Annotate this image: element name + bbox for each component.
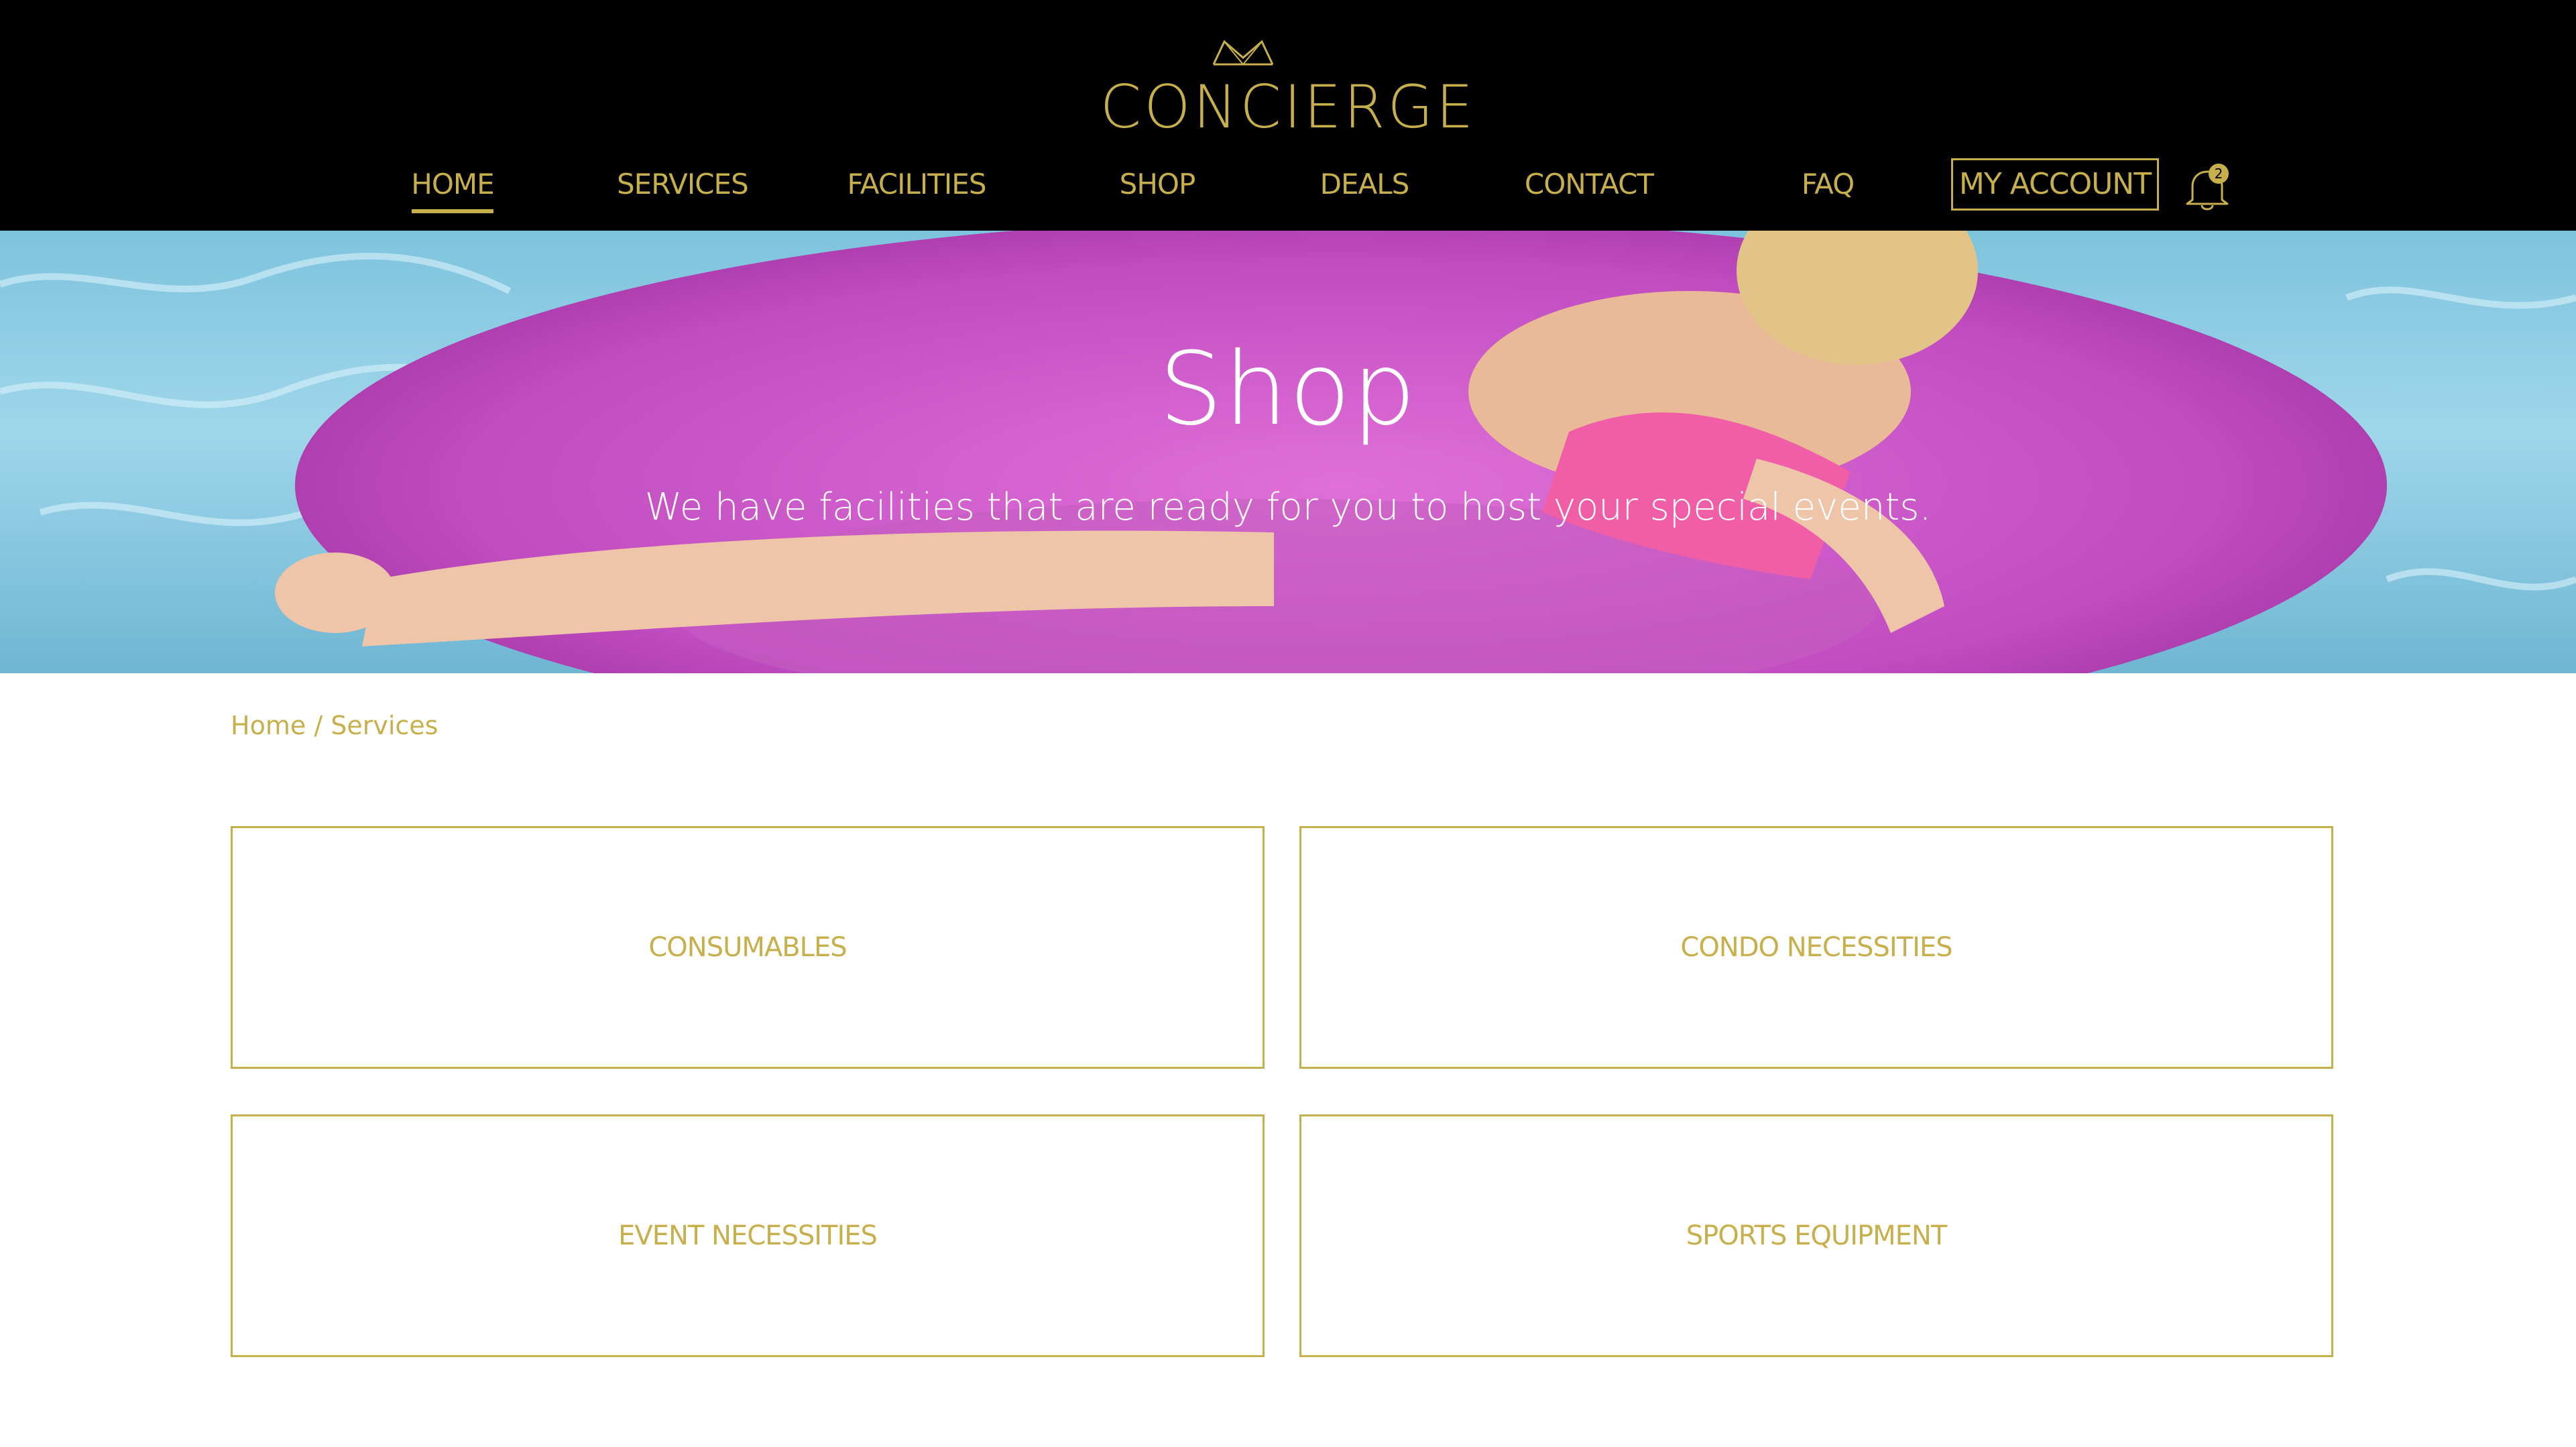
- crown-icon: [1212, 40, 1274, 66]
- logo-text[interactable]: CONCIERGE: [1053, 74, 1523, 141]
- category-card-label: CONDO NECESSITIES: [1680, 932, 1952, 963]
- category-card-condo-necessities[interactable]: CONDO NECESSITIES: [1299, 826, 2333, 1069]
- notification-badge: 2: [2209, 164, 2229, 184]
- my-account-button[interactable]: MY ACCOUNT: [1951, 158, 2159, 211]
- category-card-consumables[interactable]: CONSUMABLES: [231, 826, 1265, 1069]
- hero-banner: Shop We have facilities that are ready f…: [0, 231, 2576, 673]
- category-card-label: SPORTS EQUIPMENT: [1686, 1220, 1948, 1251]
- nav-item-shop[interactable]: SHOP: [1102, 164, 1212, 205]
- breadcrumb-separator: /: [314, 711, 323, 740]
- top-navigation-bar: CONCIERGE HOME SERVICES FACILITIES SHOP …: [0, 0, 2576, 231]
- nav-item-services[interactable]: SERVICES: [617, 164, 749, 205]
- category-card-sports-equipment[interactable]: SPORTS EQUIPMENT: [1299, 1114, 2333, 1357]
- nav-item-faq[interactable]: FAQ: [1782, 164, 1873, 205]
- category-card-label: CONSUMABLES: [648, 932, 847, 963]
- hero-title: Shop: [1159, 331, 1417, 448]
- category-card-event-necessities[interactable]: EVENT NECESSITIES: [231, 1114, 1265, 1357]
- breadcrumb: Home / Services: [231, 705, 438, 746]
- hero-subtitle: We have facilities that are ready for yo…: [644, 485, 1932, 529]
- nav-item-deals[interactable]: DEALS: [1311, 164, 1417, 205]
- hero-background-image: [0, 231, 2576, 673]
- nav-item-facilities[interactable]: FACILITIES: [846, 164, 987, 205]
- nav-item-contact[interactable]: CONTACT: [1515, 164, 1663, 205]
- breadcrumb-current: Services: [331, 711, 438, 740]
- nav-item-home[interactable]: HOME: [392, 164, 514, 205]
- nav-active-indicator: [412, 209, 493, 213]
- category-card-label: EVENT NECESSITIES: [618, 1220, 878, 1251]
- breadcrumb-home-link[interactable]: Home: [231, 711, 306, 740]
